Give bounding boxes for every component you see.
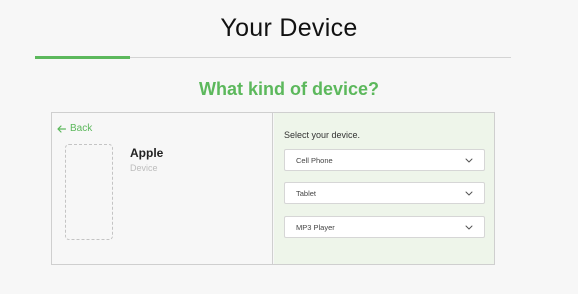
brand-subtitle: Device — [130, 163, 158, 173]
chevron-down-icon — [465, 158, 473, 163]
brand-name: Apple — [130, 146, 164, 160]
option-mp3-player[interactable]: MP3 Player — [284, 216, 485, 238]
device-image-placeholder — [65, 144, 113, 240]
option-tablet[interactable]: Tablet — [284, 182, 485, 204]
device-selection-page: Your Device What kind of device? Back Ap… — [0, 0, 578, 294]
device-summary-panel: Back Apple Device — [52, 113, 273, 264]
option-label: MP3 Player — [296, 222, 335, 232]
device-options-panel: Select your device. Cell Phone Tablet MP… — [274, 113, 494, 264]
back-link[interactable]: Back — [57, 123, 92, 134]
option-cell-phone[interactable]: Cell Phone — [284, 149, 485, 171]
select-prompt: Select your device. — [284, 130, 361, 140]
device-card: Back Apple Device Select your device. Ce… — [51, 112, 495, 265]
chevron-down-icon — [465, 191, 473, 196]
option-label: Tablet — [296, 188, 317, 198]
option-label: Cell Phone — [296, 155, 333, 165]
page-title: Your Device — [220, 14, 358, 42]
chevron-down-icon — [465, 225, 473, 230]
progress-bar — [35, 56, 511, 59]
progress-bar-fill — [35, 56, 131, 59]
question-heading: What kind of device? — [198, 79, 380, 99]
back-link-label: Back — [70, 123, 93, 134]
arrow-left-icon — [57, 124, 66, 133]
